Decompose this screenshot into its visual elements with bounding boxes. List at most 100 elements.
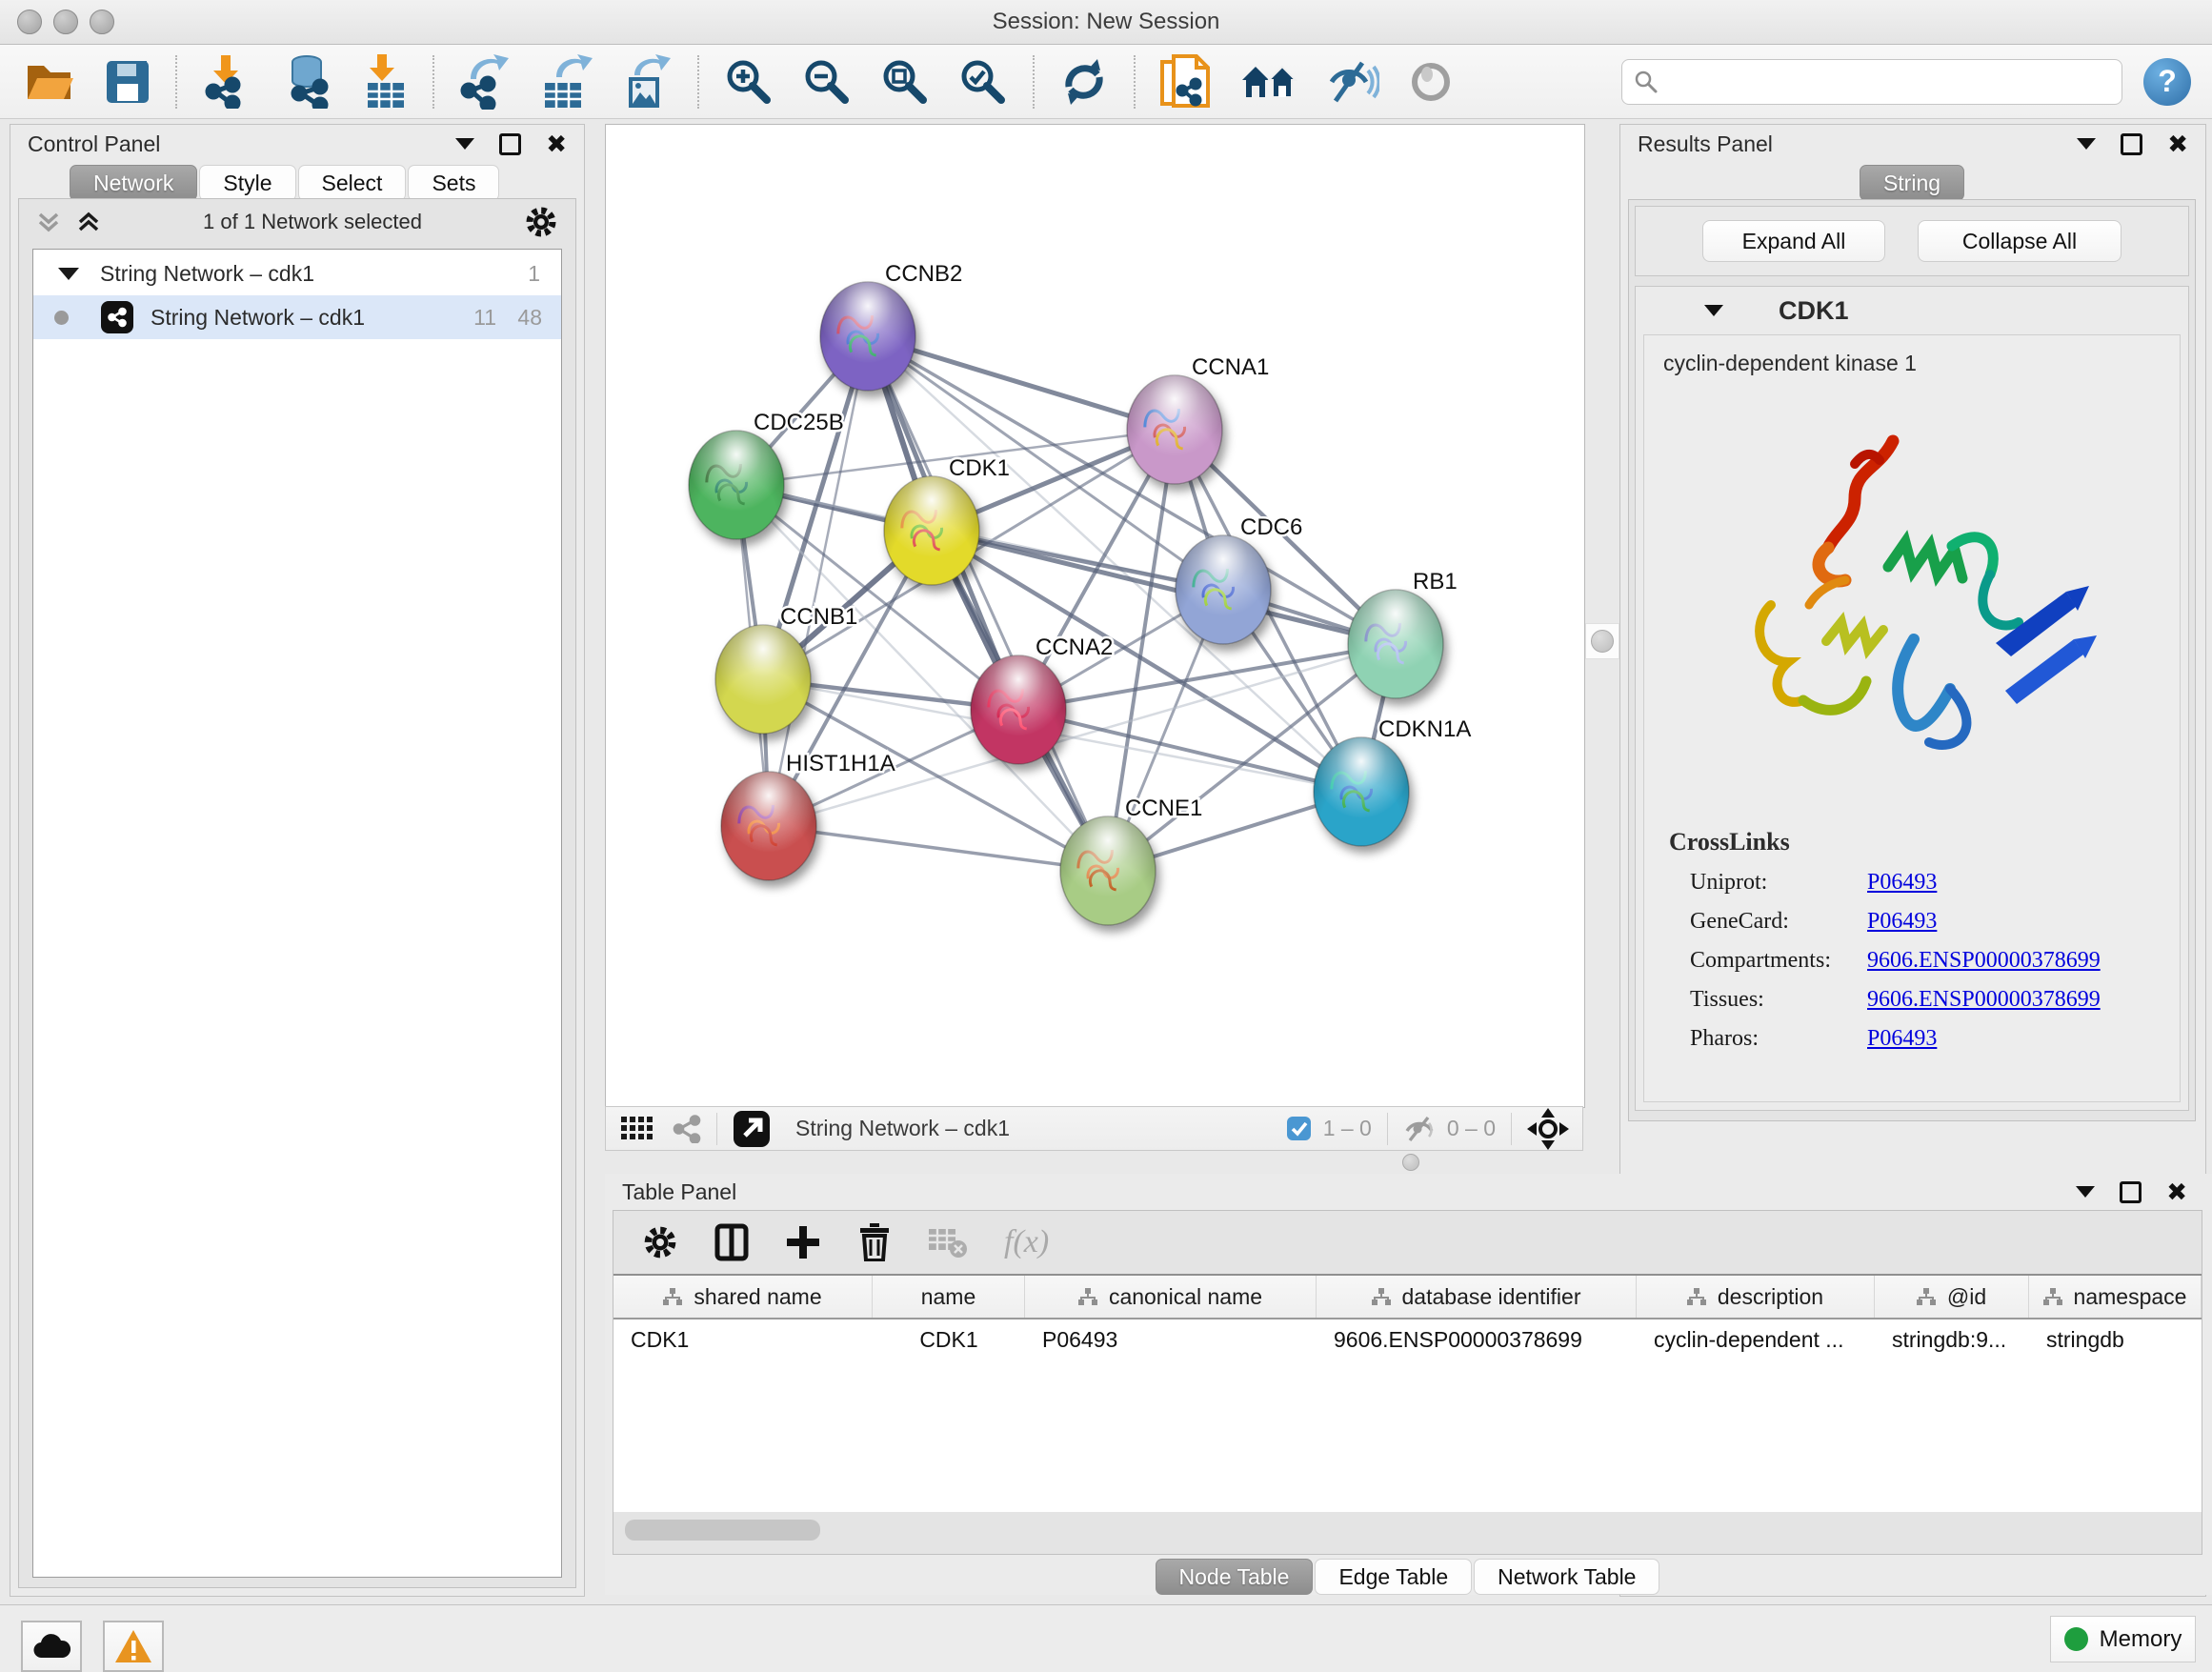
crosslink-link[interactable]: P06493 [1867, 909, 1937, 935]
zoom-out-icon[interactable] [802, 57, 852, 107]
table-cell[interactable]: CDK1 [613, 1319, 873, 1360]
import-network-from-file-icon[interactable] [202, 55, 253, 109]
network-node-CCNA1[interactable] [1127, 375, 1222, 484]
tab-select[interactable]: Select [298, 165, 407, 201]
network-canvas[interactable]: CCNB2CCNA1CDC25BCDK1CDC6RB1CCNB1CCNA2CDK… [605, 124, 1585, 1108]
column-header-shared-name[interactable]: shared name [613, 1276, 873, 1318]
result-entry-header[interactable]: CDK1 [1636, 287, 2188, 334]
zoom-fit-content-icon[interactable] [880, 57, 930, 107]
maximize-panel-icon[interactable] [2120, 1181, 2142, 1203]
create-column-icon[interactable] [785, 1224, 821, 1260]
minimize-window-button[interactable] [53, 10, 78, 34]
network-collection-row[interactable]: String Network – cdk1 1 [33, 252, 561, 295]
tab-string[interactable]: String [1860, 165, 1964, 201]
column-header-database-identifier[interactable]: database identifier [1317, 1276, 1637, 1318]
collection-expand-icon[interactable] [58, 268, 79, 280]
selected-checkbox-icon[interactable] [1286, 1116, 1312, 1141]
entry-collapse-icon[interactable] [1704, 305, 1723, 316]
export-image-icon[interactable] [623, 54, 673, 110]
cloud-status-button[interactable] [21, 1621, 82, 1672]
birds-eye-pan-icon[interactable] [1527, 1108, 1569, 1150]
horizontal-splitter-grip[interactable] [1394, 1152, 1428, 1173]
network-edge-CCNA2-CDKN1A[interactable] [1018, 710, 1361, 792]
column-header-description[interactable]: description [1637, 1276, 1875, 1318]
network-options-gear-icon[interactable] [524, 205, 558, 239]
collapse-all-networks-icon[interactable] [36, 210, 61, 234]
network-node-CDC6[interactable] [1176, 535, 1271, 644]
close-panel-icon[interactable]: ✖ [546, 130, 567, 159]
import-table-from-file-icon[interactable] [364, 54, 408, 110]
collapse-all-button[interactable]: Collapse All [1918, 220, 2122, 262]
zoom-in-icon[interactable] [724, 57, 774, 107]
network-node-CCNB1[interactable] [715, 625, 811, 734]
network-edge-CCNB2-CCNE1[interactable] [868, 336, 1108, 871]
network-node-CDC25B[interactable] [689, 431, 784, 539]
string-show-hide-icon[interactable] [1326, 59, 1379, 105]
tab-node-table[interactable]: Node Table [1156, 1559, 1314, 1595]
open-session-icon[interactable] [25, 58, 76, 106]
expand-all-networks-icon[interactable] [76, 210, 101, 234]
table-cell[interactable]: cyclin-dependent ... [1637, 1319, 1875, 1360]
hidden-eye-icon[interactable] [1403, 1116, 1436, 1142]
network-edge-HIST1H1A-CCNE1[interactable] [769, 826, 1108, 871]
refresh-network-view-icon[interactable] [1059, 57, 1109, 107]
table-cell[interactable]: CDK1 [873, 1319, 1025, 1360]
column-header-canonical-name[interactable]: canonical name [1025, 1276, 1317, 1318]
crosslink-link[interactable]: P06493 [1867, 870, 1937, 896]
maximize-panel-icon[interactable] [499, 133, 521, 155]
table-cell[interactable]: P06493 [1025, 1319, 1317, 1360]
tab-network-table[interactable]: Network Table [1474, 1559, 1659, 1595]
network-node-HIST1H1A[interactable] [721, 772, 816, 880]
tab-edge-table[interactable]: Edge Table [1315, 1559, 1472, 1595]
network-node-RB1[interactable] [1348, 590, 1443, 698]
table-cell[interactable]: stringdb [2029, 1319, 2202, 1360]
show-column-icon[interactable] [714, 1223, 749, 1261]
float-panel-icon[interactable] [2076, 1186, 2095, 1198]
close-panel-icon[interactable]: ✖ [2167, 130, 2188, 159]
warning-status-button[interactable] [103, 1621, 164, 1672]
tab-network[interactable]: Network [70, 165, 197, 201]
search-field[interactable] [1668, 69, 2110, 95]
network-node-CCNA2[interactable] [971, 655, 1066, 764]
table-cell[interactable]: 9606.ENSP00000378699 [1317, 1319, 1637, 1360]
table-options-gear-icon[interactable] [642, 1224, 678, 1260]
network-share-icon[interactable] [673, 1115, 701, 1143]
zoom-selected-region-icon[interactable] [958, 57, 1008, 107]
table-cell[interactable]: stringdb:9... [1875, 1319, 2029, 1360]
network-node-CDK1[interactable] [884, 476, 979, 585]
network-node-CCNE1[interactable] [1060, 816, 1156, 925]
column-header-name[interactable]: name [873, 1276, 1025, 1318]
open-in-window-icon[interactable] [733, 1110, 771, 1148]
string-import-icon[interactable] [1160, 54, 1212, 110]
tab-style[interactable]: Style [199, 165, 295, 201]
close-window-button[interactable] [17, 10, 42, 34]
vertical-splitter-grip[interactable] [1585, 623, 1619, 659]
string-disabled-icon[interactable] [1408, 59, 1454, 105]
crosslink-link[interactable]: 9606.ENSP00000378699 [1867, 948, 2101, 974]
column-header-@id[interactable]: @id [1875, 1276, 2029, 1318]
network-node-CDKN1A[interactable] [1314, 737, 1409, 846]
import-network-from-database-icon[interactable] [282, 55, 335, 109]
grid-view-icon[interactable] [621, 1117, 654, 1141]
zoom-window-button[interactable] [90, 10, 114, 34]
export-table-icon[interactable] [541, 54, 594, 110]
crosslink-link[interactable]: 9606.ENSP00000378699 [1867, 987, 2101, 1013]
memory-button[interactable]: Memory [2050, 1616, 2196, 1662]
delete-column-icon[interactable] [857, 1223, 892, 1261]
save-session-icon[interactable] [105, 59, 151, 105]
tab-sets[interactable]: Sets [408, 165, 499, 201]
float-panel-icon[interactable] [2077, 138, 2096, 150]
maximize-panel-icon[interactable] [2121, 133, 2142, 155]
search-input[interactable] [1621, 59, 2122, 105]
scrollbar-thumb[interactable] [625, 1520, 820, 1541]
close-panel-icon[interactable]: ✖ [2166, 1178, 2187, 1207]
table-horizontal-scrollbar[interactable] [613, 1520, 2202, 1541]
network-node-CCNB2[interactable] [820, 282, 915, 391]
expand-all-button[interactable]: Expand All [1702, 220, 1885, 262]
float-panel-icon[interactable] [455, 138, 474, 150]
help-icon[interactable]: ? [2143, 58, 2191, 106]
export-network-icon[interactable] [459, 54, 513, 110]
string-home-icon[interactable] [1240, 59, 1297, 105]
column-header-namespace[interactable]: namespace [2029, 1276, 2202, 1318]
crosslink-link[interactable]: P06493 [1867, 1026, 1937, 1052]
